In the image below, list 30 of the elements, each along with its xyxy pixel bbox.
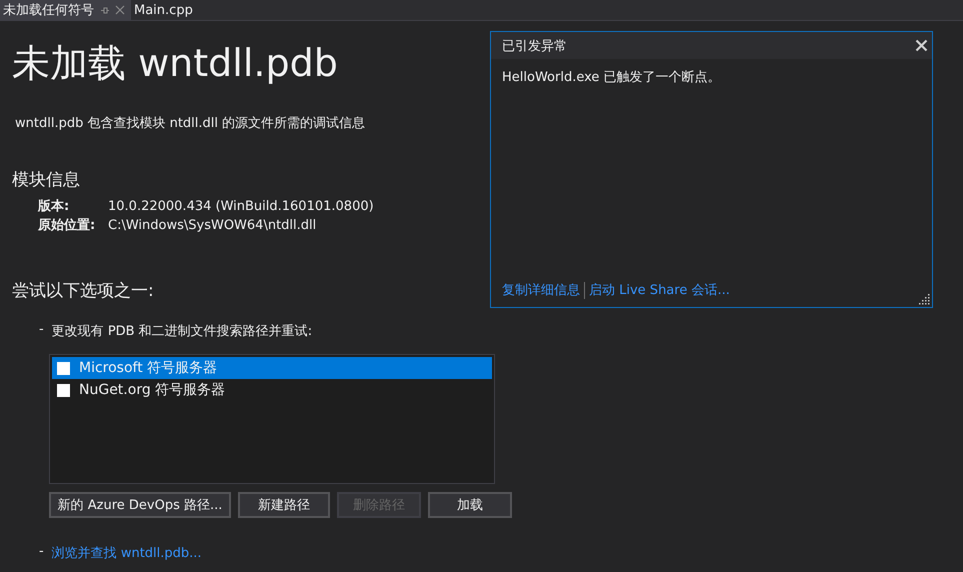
popup-link[interactable]: 启动 Live Share 会话... bbox=[589, 281, 730, 299]
close-icon bbox=[915, 39, 928, 52]
checkbox[interactable] bbox=[57, 362, 70, 374]
info-label: 版本: bbox=[38, 198, 70, 216]
close-button[interactable] bbox=[915, 39, 928, 52]
popup-message: HelloWorld.exe 已触发了一个断点。 bbox=[501, 69, 722, 87]
browse-link[interactable]: 浏览并查找 wntdll.pdb... bbox=[52, 544, 202, 562]
pin-icon[interactable] bbox=[100, 6, 109, 14]
popup-link[interactable]: 复制详细信息 bbox=[502, 281, 580, 299]
popup-title: 已引发异常 bbox=[502, 38, 567, 54]
resize-grip-icon[interactable] bbox=[919, 294, 930, 305]
document-tab[interactable]: Main.cpp bbox=[131, 0, 199, 20]
section-heading: 模块信息 bbox=[12, 169, 80, 191]
info-label: 原始位置: bbox=[38, 217, 96, 235]
info-value: 10.0.22000.434 (WinBuild.160101.0800) bbox=[108, 198, 374, 216]
checkbox[interactable] bbox=[57, 384, 70, 396]
bullet-dash: - bbox=[39, 544, 44, 561]
option-text: 更改现有 PDB 和二进制文件搜索路径并重试: bbox=[52, 323, 312, 340]
info-value: C:\Windows\SysWOW64\ntdll.dll bbox=[108, 217, 318, 235]
path-button[interactable]: 新建路径 bbox=[238, 492, 330, 518]
path-button[interactable]: 加载 bbox=[428, 492, 512, 518]
bullet-dash: - bbox=[39, 322, 44, 339]
document-tab[interactable]: 未加载任何符号 bbox=[0, 0, 131, 20]
description-text: wntdll.pdb 包含查找模块 ntdll.dll 的源文件所需的调试信息 bbox=[15, 115, 366, 132]
section-heading: 尝试以下选项之一: bbox=[12, 280, 154, 302]
page-title: 未加载 wntdll.pdb bbox=[12, 40, 338, 87]
path-button[interactable]: 新的 Azure DevOps 路径... bbox=[49, 492, 231, 518]
server-list-item[interactable]: NuGet.org 符号服务器 bbox=[52, 379, 492, 401]
close-icon[interactable] bbox=[115, 5, 125, 15]
server-list-item[interactable]: Microsoft 符号服务器 bbox=[52, 357, 492, 379]
